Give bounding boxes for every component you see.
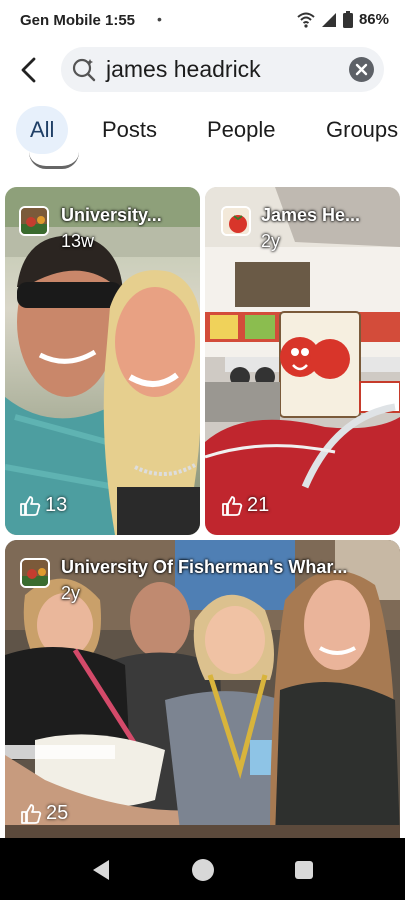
back-arrow-icon[interactable] bbox=[14, 54, 46, 86]
thumbs-up-icon bbox=[21, 803, 42, 824]
tab-all[interactable]: All bbox=[16, 106, 69, 154]
status-indicators: 86% bbox=[297, 11, 389, 28]
like-count: 13 bbox=[19, 494, 67, 517]
search-row: james headrick bbox=[0, 46, 405, 94]
tab-people[interactable]: People bbox=[207, 106, 276, 154]
tab-groups[interactable]: Groups bbox=[326, 106, 398, 154]
like-count: 25 bbox=[20, 802, 68, 825]
battery-icon bbox=[342, 11, 353, 28]
post-author[interactable]: James He... bbox=[261, 205, 360, 226]
nav-home-icon[interactable] bbox=[190, 857, 216, 883]
status-carrier-time: Gen Mobile 1:55 bbox=[20, 12, 136, 29]
tab-posts[interactable]: Posts bbox=[102, 106, 157, 154]
post-author[interactable]: University... bbox=[61, 205, 162, 226]
search-icon bbox=[72, 58, 96, 82]
wifi-icon bbox=[297, 12, 315, 28]
like-count: 21 bbox=[221, 494, 269, 517]
thumbs-up-icon bbox=[20, 495, 41, 516]
result-card[interactable]: University... 13w 13 bbox=[5, 187, 200, 535]
post-author[interactable]: University Of Fisherman's Whar... bbox=[61, 557, 347, 578]
filter-tabs: All Posts People Groups bbox=[0, 106, 405, 156]
post-time: 2y bbox=[61, 583, 81, 603]
result-card[interactable]: University Of Fisherman's Whar... 2y 25 bbox=[5, 540, 400, 838]
post-time: 2y bbox=[261, 231, 281, 251]
page-avatar[interactable] bbox=[19, 206, 49, 236]
like-count-value: 21 bbox=[247, 494, 270, 516]
clear-icon[interactable] bbox=[349, 57, 374, 82]
page-avatar[interactable] bbox=[20, 558, 50, 588]
battery-level: 86% bbox=[358, 11, 389, 28]
page-avatar[interactable] bbox=[221, 206, 251, 236]
like-count-value: 25 bbox=[46, 802, 69, 824]
nav-back-icon[interactable] bbox=[89, 857, 115, 883]
nav-recents-icon[interactable] bbox=[291, 857, 317, 883]
status-bar: Gen Mobile 1:55 • 86% bbox=[0, 0, 405, 40]
scroll-indicator bbox=[29, 152, 79, 169]
search-input[interactable]: james headrick bbox=[61, 47, 384, 92]
post-photo bbox=[205, 187, 400, 535]
search-query[interactable]: james headrick bbox=[106, 56, 261, 83]
thumbs-up-icon bbox=[222, 495, 243, 516]
signal-icon bbox=[321, 12, 336, 27]
like-count-value: 13 bbox=[45, 494, 68, 516]
post-photo bbox=[5, 187, 200, 535]
notification-dot: • bbox=[157, 11, 162, 27]
system-nav-bar bbox=[0, 838, 405, 900]
result-card[interactable]: James He... 2y 21 bbox=[205, 187, 400, 535]
post-time: 13w bbox=[61, 231, 95, 251]
